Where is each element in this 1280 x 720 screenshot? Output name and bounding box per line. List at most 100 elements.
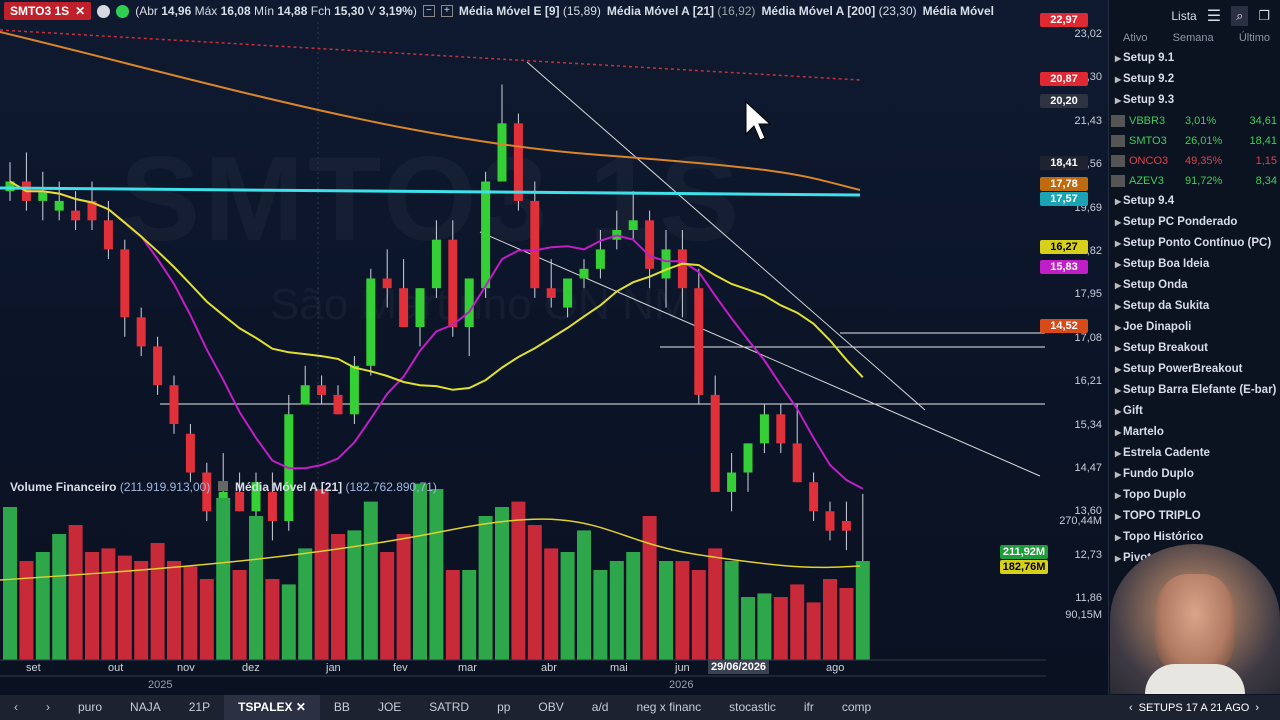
- month-label: out: [108, 662, 124, 674]
- candle-body: [579, 268, 589, 279]
- setup-item[interactable]: ▶ Setup 9.3: [1109, 90, 1280, 111]
- indicator-2[interactable]: Média Móvel A [200] (23,30): [761, 4, 916, 18]
- volume-bar: [52, 534, 67, 660]
- trend-line: [526, 61, 926, 411]
- volume-bar: [363, 501, 378, 660]
- tab-joe[interactable]: JOE: [364, 695, 415, 720]
- month-label: jun: [675, 662, 690, 674]
- tab-satrd[interactable]: SATRD: [415, 695, 483, 720]
- watchlist-row[interactable]: AZEV3 91,72% 8,34: [1109, 171, 1280, 191]
- candle-body: [792, 443, 802, 483]
- setup-item[interactable]: ▶ Fundo Duplo: [1109, 464, 1280, 485]
- menu-icon[interactable]: ☰: [1207, 6, 1221, 26]
- volume-bar: [429, 489, 444, 660]
- setup-item[interactable]: ▶ Setup Breakout: [1109, 338, 1280, 359]
- volume-bar: [511, 501, 526, 660]
- setup-item[interactable]: ▶ Setup PowerBreakout: [1109, 359, 1280, 380]
- setup-item[interactable]: ▶ Estrela Cadente: [1109, 443, 1280, 464]
- tab-neg-x-financ[interactable]: neg x financ: [622, 695, 715, 720]
- ohlc-readout: (Abr 14,96 Máx 16,08 Mín 14,88 Fch 15,30…: [135, 4, 417, 18]
- volume-settings-icon[interactable]: [217, 481, 228, 491]
- add-indicator-icon[interactable]: +: [440, 5, 453, 17]
- setup-item[interactable]: ▶ Setup Boa Ideia: [1109, 254, 1280, 275]
- volume-bar: [68, 525, 83, 660]
- settings-icon[interactable]: [97, 4, 111, 18]
- watchlist-row[interactable]: SMTO3 26,01% 18,41: [1109, 131, 1280, 151]
- setup-item[interactable]: ▶ Setup Ponto Contínuo (PC): [1109, 233, 1280, 254]
- indicator-0[interactable]: Média Móvel E [9] (15,89): [459, 4, 601, 18]
- price-axis-tick: 17,95: [1074, 288, 1102, 301]
- list-title[interactable]: SETUPS 17 A 21 AGO: [1139, 702, 1250, 714]
- candle-body: [645, 220, 655, 269]
- prev-icon[interactable]: ‹: [1129, 702, 1133, 714]
- list-label[interactable]: Lista: [1171, 9, 1196, 23]
- volume-header: Volume Financeiro (211.919.913,00) Média…: [10, 480, 437, 494]
- price-label: 16,27: [1040, 240, 1088, 254]
- setup-item[interactable]: ▶ Setup 9.2: [1109, 69, 1280, 90]
- price-chart-area[interactable]: SMTO3 1S São Martinho ON NM SMTO3 1S ✕ (…: [0, 0, 1108, 695]
- setup-item[interactable]: ▶ Setup da Sukita: [1109, 296, 1280, 317]
- setup-item[interactable]: ▶ Setup Onda: [1109, 275, 1280, 296]
- setup-item[interactable]: ▶ Martelo: [1109, 422, 1280, 443]
- tab-scroll-right[interactable]: ›: [32, 695, 64, 720]
- setup-item[interactable]: ▶ Gift: [1109, 401, 1280, 422]
- tab-scroll-left[interactable]: ‹: [0, 695, 32, 720]
- month-label: jan: [326, 662, 341, 674]
- volume-bar: [757, 593, 772, 660]
- candle-body: [563, 278, 573, 308]
- setup-item[interactable]: ▶ Setup 9.4: [1109, 191, 1280, 212]
- candle-body: [366, 278, 376, 366]
- tab-ifr[interactable]: ifr: [790, 695, 828, 720]
- candlestick-chart[interactable]: [0, 0, 1108, 695]
- setup-item[interactable]: ▶ TOPO TRIPLO: [1109, 506, 1280, 527]
- window-icon[interactable]: ❐: [1258, 8, 1270, 24]
- tab-stocastic[interactable]: stocastic: [715, 695, 790, 720]
- watchlist-row[interactable]: ONCO3 49,35% 1,15: [1109, 151, 1280, 171]
- triangle-icon: ▶: [1115, 260, 1122, 269]
- volume-bar: [675, 561, 690, 660]
- triangle-icon: ▶: [1115, 365, 1122, 374]
- triangle-icon: ▶: [1115, 218, 1122, 227]
- next-icon[interactable]: ›: [1255, 702, 1259, 714]
- watchlist-row[interactable]: VBBR3 3,01% 34,61: [1109, 111, 1280, 131]
- company-logo-icon: [1111, 175, 1125, 187]
- ticker-tag[interactable]: SMTO3 1S ✕: [4, 2, 92, 20]
- setup-item[interactable]: ▶ Setup PC Ponderado: [1109, 212, 1280, 233]
- candle-body: [235, 491, 245, 512]
- triangle-icon: ▶: [1115, 512, 1122, 521]
- volume-axis-top: 270,44M: [1059, 515, 1102, 527]
- setup-item[interactable]: ▶ Setup Barra Elefante (E-bar): [1109, 380, 1280, 401]
- month-label: ago: [826, 662, 845, 674]
- volume-bar: [35, 552, 50, 660]
- tab-pp[interactable]: pp: [483, 695, 524, 720]
- candle-body: [759, 414, 769, 444]
- volume-bar: [527, 525, 542, 660]
- tab-bb[interactable]: BB: [320, 695, 364, 720]
- tab-tspalex[interactable]: TSPALEX ✕: [224, 695, 320, 720]
- tab-naja[interactable]: NAJA: [116, 695, 175, 720]
- indicator-1[interactable]: Média Móvel A [21] (16,92): [607, 4, 756, 18]
- month-label: mar: [458, 662, 477, 674]
- volume-bar: [544, 548, 559, 660]
- tab-21p[interactable]: 21P: [175, 695, 224, 720]
- price-axis-tick: 23,02: [1074, 28, 1102, 40]
- search-icon[interactable]: ⌕: [1231, 6, 1249, 26]
- volume-bar: [101, 548, 116, 660]
- volume-bar: [413, 483, 427, 660]
- setup-item[interactable]: ▶ Topo Duplo: [1109, 485, 1280, 506]
- tab-comp[interactable]: comp: [828, 695, 885, 720]
- month-label: fev: [393, 662, 408, 674]
- setup-item[interactable]: ▶ Setup 9.1: [1109, 48, 1280, 69]
- volume-bar: [331, 534, 345, 660]
- tab-obv[interactable]: OBV: [524, 695, 577, 720]
- setup-item[interactable]: ▶ Joe Dinapoli: [1109, 317, 1280, 338]
- tab-puro[interactable]: puro: [64, 695, 116, 720]
- tab-a-d[interactable]: a/d: [578, 695, 623, 720]
- price-axis-tick: 16,21: [1074, 375, 1102, 388]
- candle-body: [120, 249, 130, 318]
- candle-body: [169, 385, 179, 424]
- volume-bar: [167, 561, 181, 660]
- indicator-3[interactable]: Média Móvel: [923, 4, 994, 18]
- collapse-icon[interactable]: −: [422, 5, 435, 17]
- close-icon[interactable]: ✕: [75, 4, 85, 18]
